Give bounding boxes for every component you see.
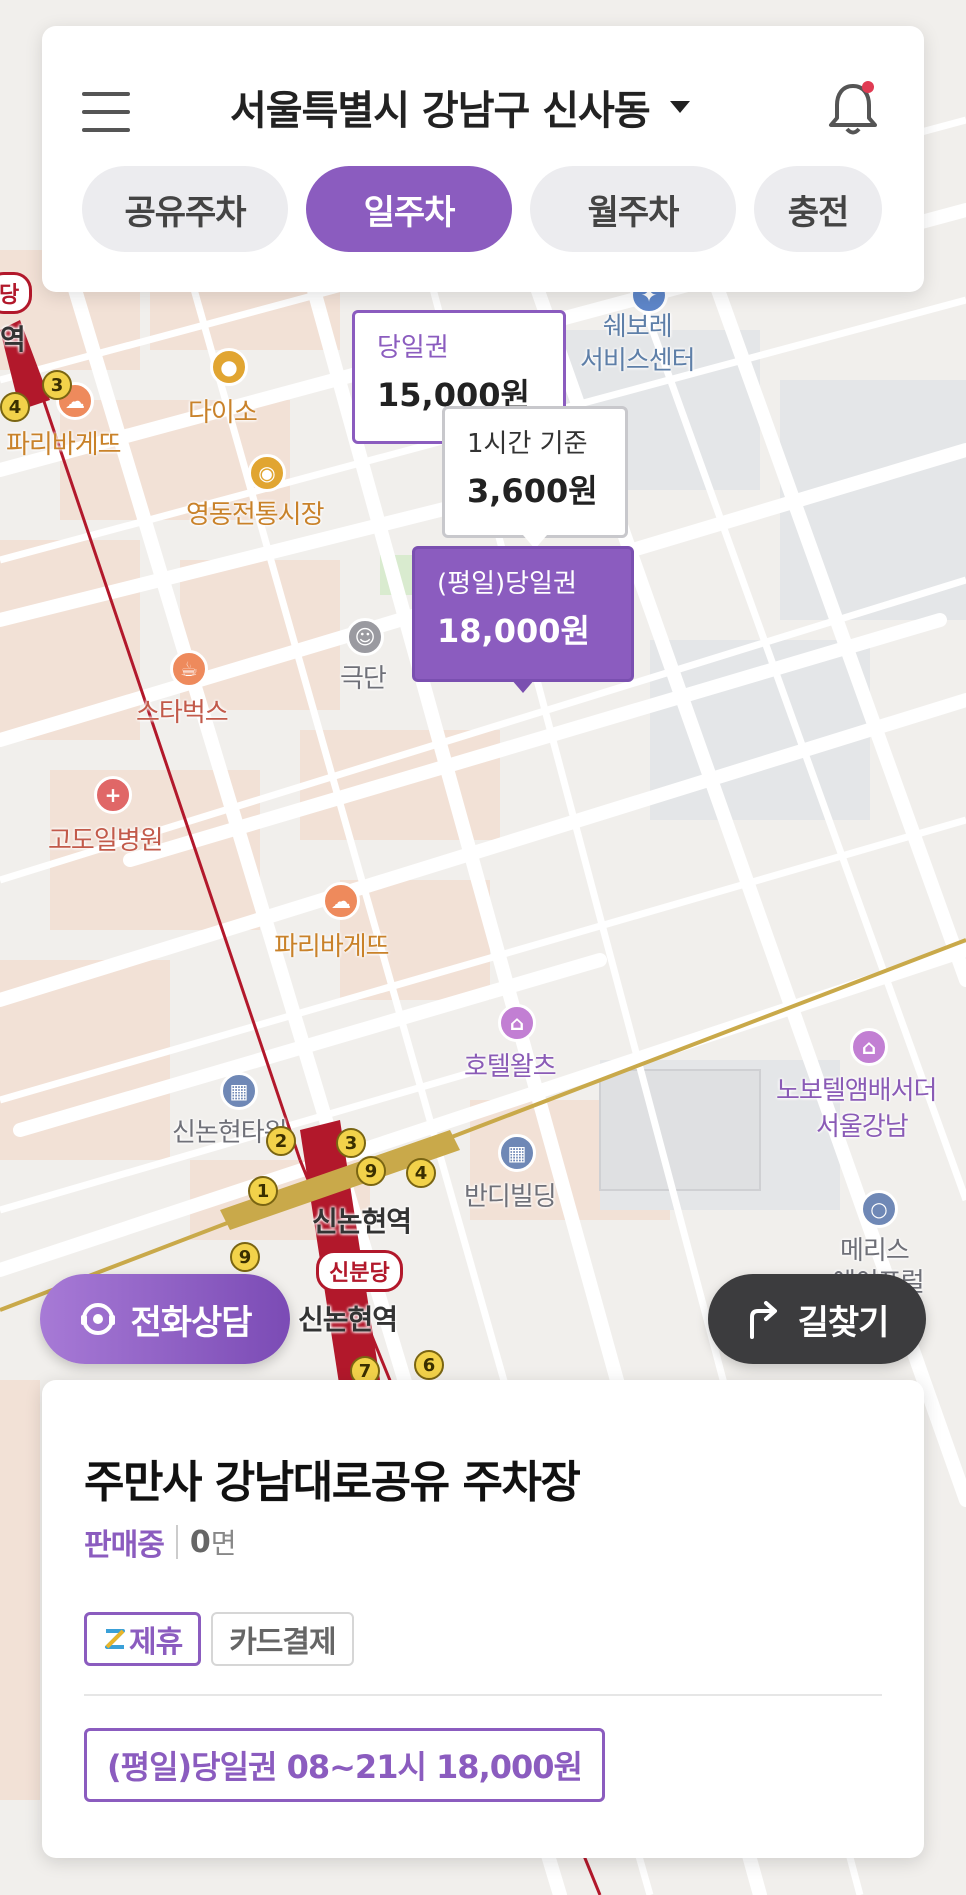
marker-title: (평일)당일권 xyxy=(437,569,577,599)
map-label-novotel[interactable]: 노보텔앰배서더 xyxy=(776,1070,937,1107)
bakery-icon[interactable]: ☁ xyxy=(322,882,360,920)
marker-price: 3,600원 xyxy=(467,472,598,510)
cafe-icon[interactable]: ☕ xyxy=(170,650,208,688)
parking-lot-name: 주만사 강남대로공유 주차장 xyxy=(84,1457,581,1508)
phone-consult-button[interactable]: 전화상담 xyxy=(40,1274,290,1364)
status-row: 판매중 0 면 xyxy=(84,1520,236,1564)
map-label-daiso[interactable]: 다이소 xyxy=(188,392,258,429)
divider xyxy=(84,1694,882,1696)
tab-daily-parking[interactable]: 일주차 xyxy=(306,166,512,252)
shop-icon[interactable]: ● xyxy=(210,348,248,386)
spaces-unit: 면 xyxy=(210,1527,237,1560)
available-spaces: 0 xyxy=(189,1524,211,1560)
tab-shared-parking[interactable]: 공유주차 xyxy=(82,166,288,252)
ring-icon[interactable]: ○ xyxy=(860,1190,898,1228)
caret-down-icon xyxy=(669,101,690,113)
price-marker-weekday-pass[interactable]: (평일)당일권 18,000원 xyxy=(412,546,634,693)
tab-monthly-parking[interactable]: 월주차 xyxy=(530,166,736,252)
menu-icon[interactable] xyxy=(82,92,130,132)
building-icon[interactable]: ▦ xyxy=(220,1072,258,1110)
price-marker-hourly[interactable]: 1시간 기준 3,600원 xyxy=(442,406,628,549)
building-icon[interactable]: ▦ xyxy=(498,1134,536,1172)
station-line-badge-left: 당 xyxy=(0,272,33,314)
partner-tag: 제휴 xyxy=(84,1612,202,1666)
line-2-badge: 2 xyxy=(266,1126,296,1156)
line-4-badge: 4 xyxy=(0,392,30,422)
map-label-station-2[interactable]: 신논현역 xyxy=(298,1298,398,1338)
tab-charging[interactable]: 충전 xyxy=(754,166,882,252)
parking-lot-card[interactable]: 주만사 강남대로공유 주차장 판매중 0 면 제휴 카드결제 (평일)당일권 0… xyxy=(42,1380,924,1858)
map-label-hospital[interactable]: 고도일병원 xyxy=(48,820,164,857)
map-label-starbucks[interactable]: 스타벅스 xyxy=(136,692,229,729)
map-label-station[interactable]: 신논현역 xyxy=(312,1200,412,1240)
marker-price: 18,000원 xyxy=(437,612,590,650)
line-9-badge: 9 xyxy=(356,1156,386,1186)
map-label-station-left[interactable]: 역 xyxy=(0,318,26,358)
divider xyxy=(175,1525,178,1559)
headset-icon xyxy=(81,1303,116,1335)
ticket-option[interactable]: (평일)당일권 08~21시 18,000원 xyxy=(84,1728,605,1802)
line-1-badge: 1 xyxy=(248,1176,278,1206)
map-label-paris-baguette-2[interactable]: 파리바게뜨 xyxy=(274,926,390,963)
location-text: 서울특별시 강남구 신사동 xyxy=(230,88,651,134)
phone-consult-label: 전화상담 xyxy=(130,1302,252,1343)
line-3-badge: 3 xyxy=(42,370,72,400)
turn-right-arrow-icon xyxy=(749,1301,777,1339)
card-payment-tag: 카드결제 xyxy=(211,1612,354,1666)
directions-label: 길찾기 xyxy=(797,1302,890,1343)
marker-tail xyxy=(511,679,535,693)
map-label-novotel-sub[interactable]: 서울강남 xyxy=(816,1106,909,1143)
station-line-badge: 신분당 xyxy=(316,1250,403,1292)
map-label-service-center[interactable]: 쉐보레 서비스센터 xyxy=(580,310,696,378)
market-icon[interactable]: ◉ xyxy=(248,454,286,492)
hospital-icon[interactable]: + xyxy=(94,776,132,814)
tag-row: 제휴 카드결제 xyxy=(84,1612,354,1666)
map-label-paris-baguette-1[interactable]: 파리바게뜨 xyxy=(6,424,122,461)
directions-button[interactable]: 길찾기 xyxy=(708,1274,926,1364)
map-label-market[interactable]: 영동전통시장 xyxy=(186,494,325,531)
hotel-icon[interactable]: ⌂ xyxy=(498,1004,536,1042)
line-9-badge: 9 xyxy=(230,1242,260,1272)
theater-icon[interactable]: ☺ xyxy=(346,618,384,656)
line-4-badge: 4 xyxy=(406,1158,436,1188)
line-6-badge: 6 xyxy=(414,1350,444,1380)
line-3-badge: 3 xyxy=(336,1128,366,1158)
marker-title: 1시간 기준 xyxy=(467,429,588,459)
category-tabs: 공유주차 일주차 월주차 충전 xyxy=(82,166,882,252)
notification-bell-icon[interactable] xyxy=(826,78,880,138)
map-label-bandi[interactable]: 반디빌딩 xyxy=(464,1176,557,1213)
hotel-icon[interactable]: ⌂ xyxy=(850,1028,888,1066)
map-label-hotel[interactable]: 호텔왈츠 xyxy=(464,1046,557,1083)
partner-logo-icon xyxy=(105,1629,125,1649)
header-card: 서울특별시 강남구 신사동 공유주차 일주차 월주차 충전 xyxy=(42,26,924,292)
map-label-theater[interactable]: 극단 xyxy=(340,658,387,695)
location-selector[interactable]: 서울특별시 강남구 신사동 xyxy=(230,78,690,136)
marker-title: 당일권 xyxy=(377,333,449,363)
partner-tag-label: 제휴 xyxy=(129,1625,183,1660)
sale-status: 판매중 xyxy=(84,1528,165,1563)
